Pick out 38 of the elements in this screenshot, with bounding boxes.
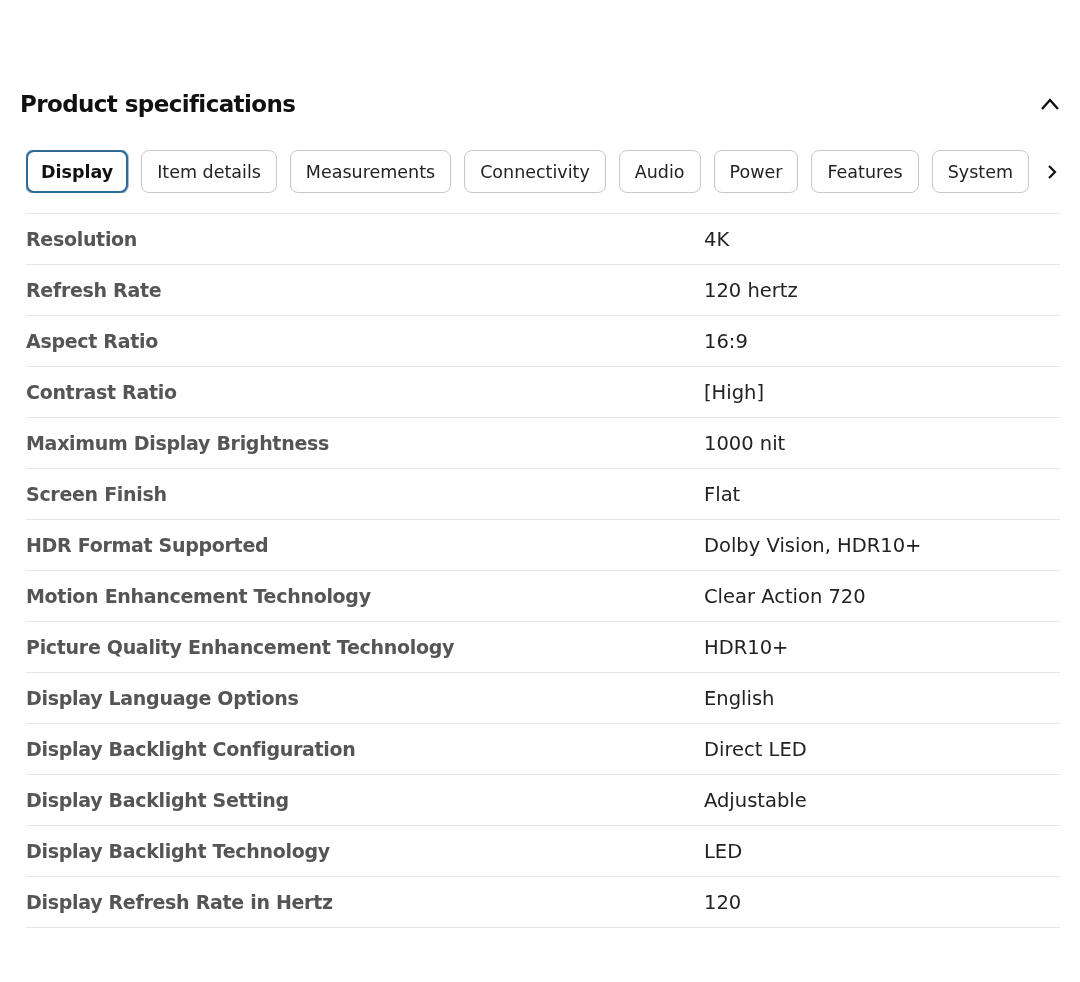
spec-name: Display Language Options xyxy=(26,687,300,709)
spec-value: Dolby Vision, HDR10+ xyxy=(704,533,922,557)
spec-name: Contrast Ratio xyxy=(26,381,178,403)
spec-value: English xyxy=(704,686,775,710)
spec-value: Flat xyxy=(704,482,741,506)
spec-name: Motion Enhancement Technology xyxy=(26,585,372,607)
spec-value: 120 hertz xyxy=(704,278,798,302)
spec-value: 16:9 xyxy=(704,329,748,353)
tab[interactable]: Audio xyxy=(618,150,701,193)
spec-value: HDR10+ xyxy=(704,635,789,659)
collapse-chevron-icon[interactable] xyxy=(1040,97,1060,111)
spec-value: LED xyxy=(704,839,743,863)
tab[interactable]: System xyxy=(931,150,1029,193)
tab[interactable]: Connectivity xyxy=(464,150,606,193)
spec-name: Display Backlight Technology xyxy=(26,840,331,862)
spec-name: Display Backlight Configuration xyxy=(26,738,357,760)
section-title: Product specifications xyxy=(20,91,296,117)
spec-value: 120 xyxy=(704,890,742,914)
spec-value: [High] xyxy=(704,380,765,404)
spec-value: Clear Action 720 xyxy=(704,584,866,608)
spec-name: Resolution xyxy=(26,228,139,250)
tab[interactable]: Display xyxy=(26,150,129,193)
tab[interactable]: Power xyxy=(713,150,799,193)
tab[interactable]: Item details xyxy=(141,150,277,193)
spec-name: Screen Finish xyxy=(26,483,168,505)
spec-value: Direct LED xyxy=(704,737,807,761)
spec-value: 4K xyxy=(704,227,730,251)
spec-name: Picture Quality Enhancement Technology xyxy=(26,636,456,658)
tab[interactable]: Measurements xyxy=(289,150,452,193)
spec-value: 1000 nit xyxy=(704,431,786,455)
spec-name: HDR Format Supported xyxy=(26,534,270,556)
spec-name: Aspect Ratio xyxy=(26,330,159,352)
spec-name: Display Refresh Rate in Hertz xyxy=(26,891,334,913)
spec-name: Refresh Rate xyxy=(26,279,163,301)
tab[interactable]: Features xyxy=(811,150,919,193)
spec-name: Display Backlight Setting xyxy=(26,789,290,811)
spec-name: Maximum Display Brightness xyxy=(26,432,330,454)
spec-value: Adjustable xyxy=(704,788,807,812)
